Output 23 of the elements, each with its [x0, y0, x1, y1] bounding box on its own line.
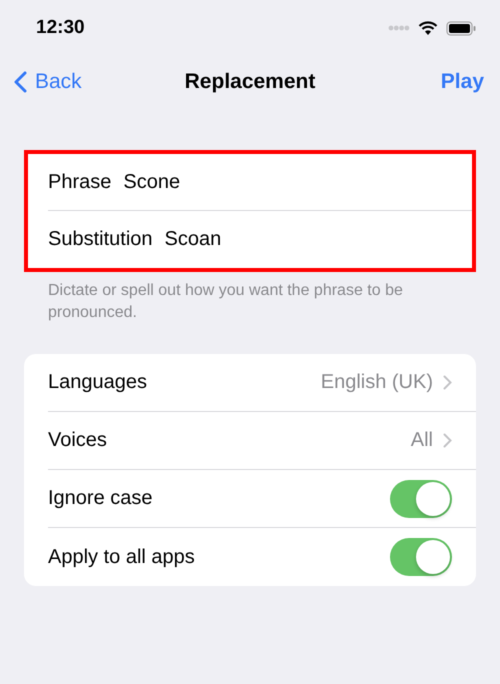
field-label: Substitution: [48, 228, 153, 251]
toggle-switch[interactable]: [390, 480, 452, 518]
back-button[interactable]: Back: [14, 70, 82, 94]
play-button[interactable]: Play: [440, 70, 484, 94]
setting-label: Ignore case: [48, 487, 153, 510]
field-label: Phrase: [48, 170, 112, 194]
chevron-icon: [443, 375, 452, 390]
nav-title: Replacement: [184, 70, 316, 94]
back-chevron-icon: [14, 71, 27, 93]
text-field[interactable]: Scoan: [164, 228, 452, 251]
status-time: 12:30: [36, 17, 85, 39]
signal-icon: [388, 25, 410, 31]
hint-text: Dictate or spell out how you want the phrase to be pronounced.: [48, 281, 404, 323]
setting-label: Languages: [48, 371, 147, 394]
wifi-icon: [418, 20, 438, 36]
setting-value[interactable]: English (UK): [320, 371, 433, 394]
battery-icon: [446, 20, 476, 36]
setting-value[interactable]: All: [410, 429, 433, 452]
setting-label: Apply to all apps: [48, 546, 195, 568]
toggle-switch[interactable]: [390, 538, 452, 576]
text-field[interactable]: Scone: [123, 170, 452, 194]
setting-label: Voices: [48, 429, 107, 452]
chevron-icon: [443, 433, 452, 448]
